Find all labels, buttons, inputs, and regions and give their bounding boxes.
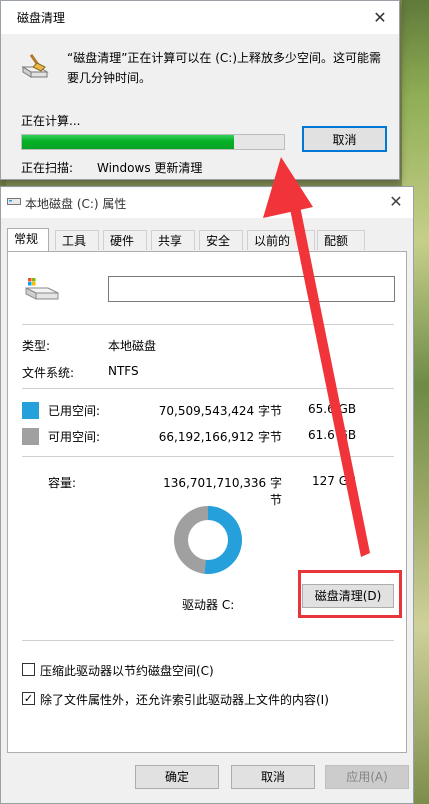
drive-title-icon: [7, 198, 21, 205]
general-tab-panel: 类型: 本地磁盘 文件系统: NTFS 已用空间: 70,509,543,424…: [7, 251, 407, 753]
capacity-bytes: 136,701,710,336 字节: [163, 476, 282, 507]
free-space-size: 61.6 GB: [308, 428, 357, 442]
scanning-value: Windows 更新清理: [97, 161, 203, 175]
tab-previous-versions[interactable]: 以前的: [247, 230, 315, 250]
used-space-swatch: [22, 402, 39, 419]
disk-usage-donut-chart: [174, 506, 242, 574]
disk-cleanup-close-icon[interactable]: ✕: [369, 7, 391, 29]
progress-bar-fill: [22, 135, 235, 149]
apply-button[interactable]: 应用(A): [325, 765, 409, 789]
cancel-button[interactable]: 取消: [231, 765, 315, 789]
capacity-label: 容量:: [48, 476, 77, 490]
used-space-size: 65.6 GB: [308, 402, 357, 416]
file-system-value: NTFS: [108, 364, 139, 378]
type-label: 类型:: [22, 339, 51, 353]
properties-tabs: 常规 工具 硬件 共享 安全 以前的 配额: [7, 228, 407, 252]
disk-cleanup-app-icon: [21, 53, 49, 78]
progress-bar: [21, 134, 285, 150]
used-space-bytes: 70,509,543,424 字节: [158, 404, 282, 418]
free-space-label: 可用空间:: [48, 430, 101, 444]
divider: [22, 640, 394, 641]
tab-general[interactable]: 常规: [7, 228, 49, 252]
tab-security[interactable]: 安全: [199, 230, 243, 250]
properties-title: 本地磁盘 (C:) 属性: [25, 197, 127, 211]
disk-cleanup-dialog: 磁盘清理 ✕ “磁盘清理”正在计算可以在 (C:)上释放多少空间。这可能需要几分…: [0, 0, 400, 180]
disk-cleanup-titlebar: 磁盘清理 ✕: [1, 1, 399, 34]
used-space-label: 已用空间:: [48, 404, 101, 418]
divider: [22, 456, 394, 457]
properties-close-icon[interactable]: ✕: [385, 191, 407, 213]
annotation-highlight-box: [298, 570, 402, 618]
drive-properties-dialog: 本地磁盘 (C:) 属性 ✕ 常规 工具 硬件 共享 安全 以前的 配额 类型:…: [0, 186, 414, 804]
ok-button[interactable]: 确定: [135, 765, 219, 789]
scanning-label: 正在扫描:: [21, 161, 74, 175]
tab-quota[interactable]: 配额: [317, 230, 365, 250]
capacity-size: 127 GB: [312, 474, 357, 488]
disk-cleanup-message: “磁盘清理”正在计算可以在 (C:)上释放多少空间。这可能需要几分钟时间。: [67, 51, 382, 85]
index-checkbox[interactable]: ✓: [22, 692, 35, 705]
drive-letter-label: 驱动器 C:: [182, 598, 235, 612]
type-value: 本地磁盘: [108, 339, 157, 353]
tab-hardware[interactable]: 硬件: [103, 230, 147, 250]
tab-tools[interactable]: 工具: [55, 230, 99, 250]
volume-name-input[interactable]: [108, 276, 395, 302]
drive-icon: [25, 278, 59, 300]
properties-titlebar: 本地磁盘 (C:) 属性 ✕: [1, 187, 413, 218]
checkmark-icon: ✓: [23, 692, 34, 705]
free-space-swatch: [22, 428, 39, 445]
disk-cleanup-cancel-button[interactable]: 取消: [302, 126, 387, 152]
compress-checkbox[interactable]: [22, 663, 35, 676]
tab-sharing[interactable]: 共享: [151, 230, 195, 250]
file-system-label: 文件系统:: [22, 366, 75, 380]
compress-label: 压缩此驱动器以节约磁盘空间(C): [40, 664, 214, 678]
calculating-label: 正在计算...: [21, 114, 81, 128]
free-space-bytes: 66,192,166,912 字节: [158, 430, 282, 444]
index-label: 除了文件属性外，还允许索引此驱动器上文件的内容(I): [40, 693, 329, 707]
disk-cleanup-title: 磁盘清理: [17, 11, 66, 25]
divider: [22, 388, 394, 389]
divider: [22, 324, 394, 325]
